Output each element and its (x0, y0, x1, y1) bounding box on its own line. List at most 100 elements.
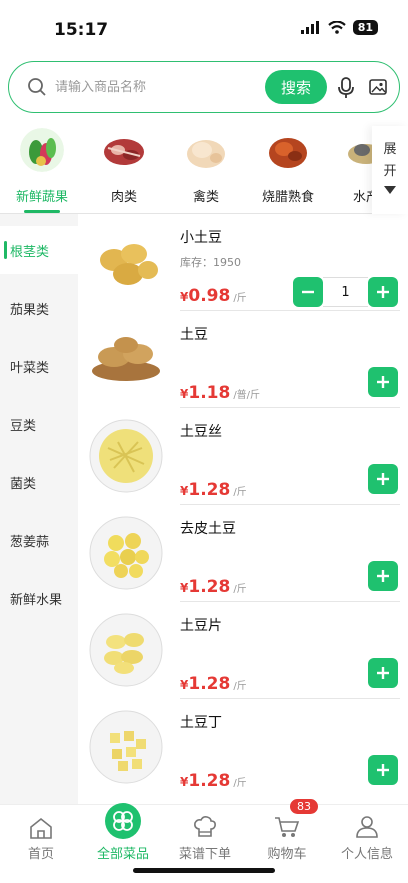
expand-categories-button[interactable]: 展 开 (372, 126, 408, 214)
microphone-icon[interactable] (337, 77, 355, 99)
product-card[interactable]: 去皮土豆 ¥1.28/斤 (78, 505, 408, 602)
category-fresh-produce[interactable]: 新鲜蔬果 (2, 128, 82, 213)
product-price: ¥1.18/普/斤 (180, 383, 260, 403)
sidebar-item-label: 菌类 (10, 476, 37, 492)
product-card[interactable]: 土豆 ¥1.18/普/斤 (78, 311, 408, 408)
sidebar-item-beans[interactable]: 豆类 (0, 400, 78, 448)
status-bar: 15:17 81 (0, 0, 408, 56)
home-icon (30, 817, 52, 839)
minus-icon (302, 290, 314, 294)
cart-count-badge: 83 (290, 799, 318, 814)
tab-cart[interactable]: 83 购物车 (246, 799, 328, 862)
image-search-icon[interactable] (369, 78, 387, 96)
plus-icon (377, 286, 389, 298)
home-indicator[interactable] (133, 868, 275, 873)
roast-meat-thumbnail (269, 138, 307, 168)
price-value: 1.28 (188, 577, 231, 597)
meat-thumbnail (104, 139, 144, 165)
search-input[interactable] (55, 79, 255, 95)
price-value: 1.28 (188, 771, 231, 791)
clover-icon (105, 803, 141, 839)
plus-icon (377, 570, 389, 582)
product-price: ¥1.28/斤 (180, 771, 247, 791)
expand-label: 展 (383, 142, 397, 157)
expand-label: 开 (383, 164, 397, 179)
sidebar-item-label: 茄果类 (10, 302, 50, 318)
price-value: 1.28 (188, 674, 231, 694)
search-bar: 搜索 (8, 61, 400, 113)
product-image (92, 337, 160, 381)
product-card[interactable]: 土豆片 ¥1.28/斤 (78, 602, 408, 699)
category-label: 新鲜蔬果 (15, 190, 68, 205)
active-indicator (4, 241, 7, 259)
sidebar-item-label: 新鲜水果 (10, 592, 63, 608)
product-image (100, 244, 158, 285)
sidebar-item-label: 豆类 (10, 418, 37, 434)
price-value: 1.28 (188, 480, 231, 500)
product-price: ¥1.28/斤 (180, 674, 247, 694)
add-to-cart-button[interactable] (368, 367, 398, 397)
tab-label: 首页 (27, 847, 54, 862)
product-price: ¥1.28/斤 (180, 577, 247, 597)
add-to-cart-button[interactable] (368, 658, 398, 688)
sidebar-item-label: 葱姜蒜 (10, 534, 50, 550)
expand-triangle-icon (384, 186, 396, 194)
plus-icon (377, 376, 389, 388)
sidebar-item-fresh-fruit[interactable]: 新鲜水果 (0, 574, 78, 622)
product-price: ¥1.28/斤 (180, 480, 247, 500)
tab-profile[interactable]: 个人信息 (326, 805, 408, 862)
sidebar-item-root-stem[interactable]: 根茎类 (0, 226, 78, 274)
tab-all-dishes[interactable]: 全部菜品 (82, 803, 164, 862)
price-unit: /斤 (233, 584, 247, 595)
tab-label: 菜谱下单 (178, 847, 231, 862)
add-to-cart-button[interactable] (368, 561, 398, 591)
signal-icon (300, 21, 319, 34)
product-image (89, 613, 163, 687)
add-to-cart-button[interactable] (368, 464, 398, 494)
subcategory-sidebar: 根茎类 茄果类 叶菜类 豆类 菌类 葱姜蒜 新鲜水果 (0, 214, 78, 804)
quantity-value[interactable]: 1 (323, 277, 368, 307)
product-card[interactable]: 小土豆 库存：1950 ¥0.98/斤 1 (78, 214, 408, 311)
category-label: 肉类 (110, 190, 137, 205)
add-to-cart-button[interactable] (368, 277, 398, 307)
category-roast-deli[interactable]: 烧腊熟食 (248, 128, 328, 205)
sidebar-item-label: 叶菜类 (10, 360, 50, 376)
price-unit: /斤 (233, 681, 247, 692)
product-list: 小土豆 库存：1950 ¥0.98/斤 1 土豆 ¥1.18/普/斤 土豆丝 ¥… (78, 214, 408, 804)
status-icons: 81 (300, 20, 378, 35)
product-image (89, 516, 163, 590)
add-to-cart-button[interactable] (368, 755, 398, 785)
tab-label: 购物车 (267, 847, 307, 862)
sidebar-item-label: 根茎类 (10, 244, 50, 260)
category-meat[interactable]: 肉类 (84, 128, 164, 205)
product-card[interactable]: 土豆丝 ¥1.28/斤 (78, 408, 408, 505)
category-bar: 新鲜蔬果 肉类 禽类 烧腊熟食 水产 展 开 (0, 124, 408, 214)
tab-home[interactable]: 首页 (0, 805, 82, 862)
product-name: 土豆片 (180, 618, 222, 634)
wifi-icon (327, 21, 346, 34)
product-card[interactable]: 土豆丁 ¥1.28/斤 (78, 699, 408, 796)
search-button[interactable]: 搜索 (265, 70, 327, 104)
tab-recipe-order[interactable]: 菜谱下单 (164, 805, 246, 862)
decrease-quantity-button[interactable] (293, 277, 323, 307)
product-name: 土豆 (180, 327, 208, 343)
battery-indicator: 81 (352, 20, 378, 35)
price-unit: /普/斤 (233, 390, 261, 401)
category-label: 烧腊熟食 (261, 190, 314, 205)
sidebar-item-solanaceous[interactable]: 茄果类 (0, 284, 78, 332)
price-unit: /斤 (233, 487, 247, 498)
sidebar-item-leafy[interactable]: 叶菜类 (0, 342, 78, 390)
product-image (89, 419, 163, 493)
price-unit: /斤 (233, 778, 247, 789)
plus-icon (377, 473, 389, 485)
chef-hat-icon (194, 816, 216, 837)
tab-label: 个人信息 (340, 847, 393, 862)
sidebar-item-scallion-ginger-garlic[interactable]: 葱姜蒜 (0, 516, 78, 564)
search-icon (28, 78, 46, 96)
sidebar-item-mushrooms[interactable]: 菌类 (0, 458, 78, 506)
plus-icon (377, 764, 389, 776)
category-label: 禽类 (192, 190, 219, 205)
category-poultry[interactable]: 禽类 (166, 128, 246, 205)
price-value: 0.98 (188, 286, 231, 306)
plus-icon (377, 667, 389, 679)
